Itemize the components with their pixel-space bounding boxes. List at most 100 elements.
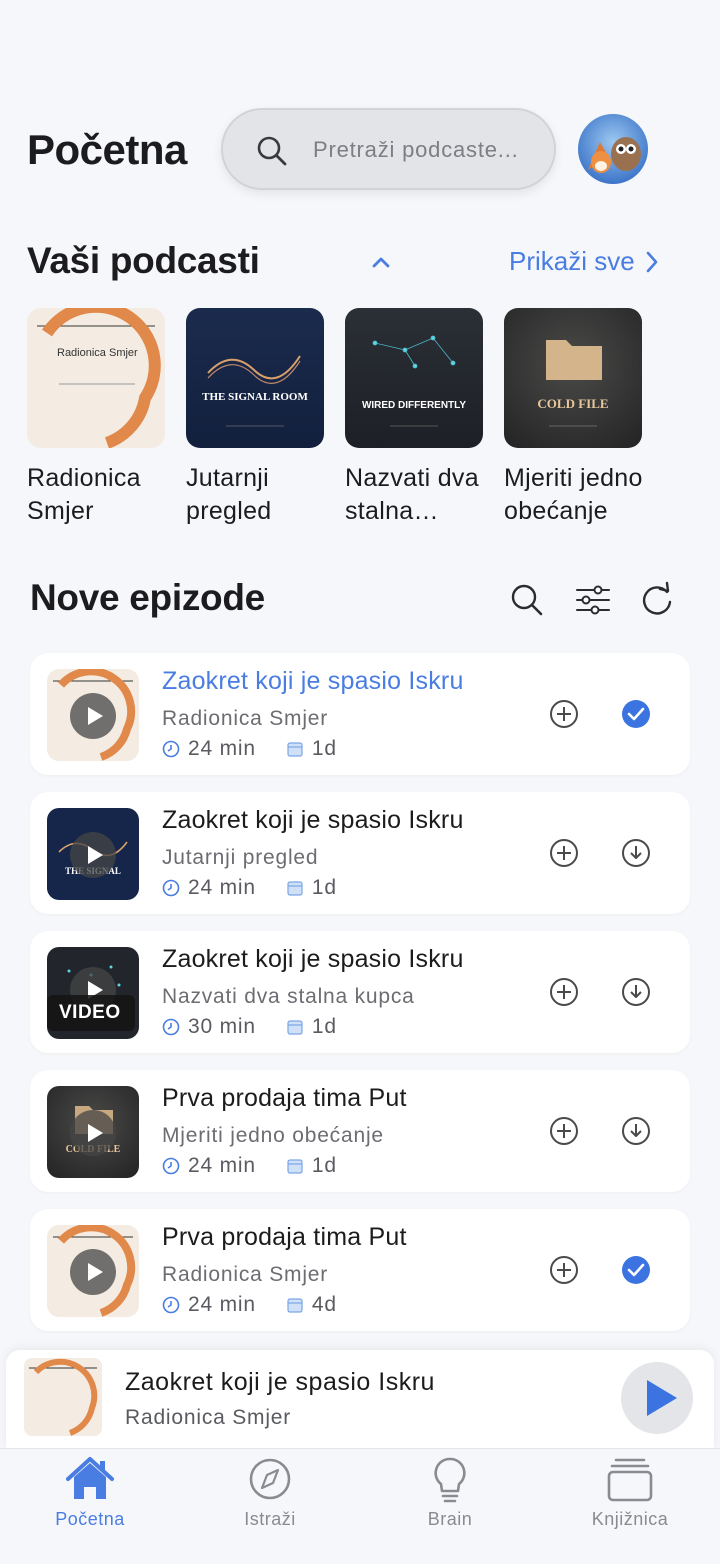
- refresh-icon[interactable]: [637, 580, 677, 620]
- clock-icon: [162, 879, 180, 897]
- episode-thumbnail[interactable]: THE SIGNAL: [47, 808, 139, 900]
- podcast-name: Jutarnji pregled: [186, 464, 272, 525]
- episode-duration: 24 min: [188, 876, 256, 899]
- cover-text: COLD FILE: [537, 396, 608, 411]
- download-icon[interactable]: [621, 838, 651, 868]
- podcast-name: Radionica Smjer: [27, 464, 141, 525]
- play-button[interactable]: [621, 1362, 693, 1434]
- search-input[interactable]: [313, 130, 543, 170]
- calendar-icon: [287, 742, 303, 757]
- add-to-queue-icon[interactable]: [549, 1116, 579, 1146]
- clock-icon: [162, 1157, 180, 1175]
- episode-age: 1d: [311, 1154, 337, 1177]
- home-icon: [66, 1457, 114, 1499]
- mini-player-show: Radionica Smjer: [125, 1406, 292, 1429]
- calendar-icon: [287, 881, 303, 896]
- podcast-item[interactable]: COLD FILE Mjeriti jedno obećanje: [504, 308, 644, 528]
- tab-brain[interactable]: Brain: [390, 1455, 510, 1530]
- episode-show-name: Radionica Smjer: [162, 1263, 329, 1286]
- episode-meta: 30 min 1d: [162, 1015, 337, 1039]
- filter-sliders-icon[interactable]: [573, 580, 613, 620]
- episode-thumbnail[interactable]: [47, 1225, 139, 1317]
- episode-age: 1d: [311, 737, 337, 760]
- add-to-queue-icon[interactable]: [549, 1255, 579, 1285]
- library-icon: [607, 1458, 653, 1502]
- download-icon[interactable]: [621, 977, 651, 1007]
- calendar-icon: [287, 1020, 303, 1035]
- calendar-icon: [287, 1159, 303, 1174]
- tab-label: Brain: [427, 1509, 473, 1529]
- episode-thumbnail[interactable]: [47, 669, 139, 761]
- tab-label: Istraži: [244, 1509, 296, 1529]
- add-to-queue-icon[interactable]: [549, 838, 579, 868]
- top-header: Početna: [0, 108, 720, 190]
- episode-thumbnail[interactable]: VIDEO: [47, 947, 139, 1039]
- video-badge: VIDEO: [47, 995, 135, 1031]
- episode-age: 4d: [311, 1293, 337, 1316]
- episode-card[interactable]: THE SIGNAL Zaokret koji je spasio Iskru …: [30, 792, 690, 914]
- episode-age: 1d: [311, 1015, 337, 1038]
- show-all-label: Prikaži sve: [509, 246, 635, 276]
- podcast-item[interactable]: THE SIGNAL ROOM Jutarnji pregled: [186, 308, 326, 528]
- episodes-section-title: Nove epizode: [30, 577, 265, 618]
- episode-duration: 24 min: [188, 1154, 256, 1177]
- episode-duration: 30 min: [188, 1015, 256, 1038]
- episode-show-name: Nazvati dva stalna kupca: [162, 985, 415, 1008]
- podcast-name: Mjeriti jedno obećanje: [504, 464, 643, 525]
- tab-bar: Početna Istraži Brain Knjižnica: [0, 1448, 720, 1564]
- play-icon[interactable]: [70, 693, 116, 739]
- calendar-icon: [287, 1298, 303, 1313]
- cover-text: THE SIGNAL ROOM: [202, 391, 308, 403]
- episode-title: Prva prodaja tima Put: [162, 1223, 407, 1251]
- cover-text: WIRED DIFFERENTLY: [362, 400, 466, 411]
- add-to-queue-icon[interactable]: [549, 699, 579, 729]
- episode-card[interactable]: Zaokret koji je spasio Iskru Radionica S…: [30, 653, 690, 775]
- mini-player[interactable]: Zaokret koji je spasio Iskru Radionica S…: [6, 1350, 714, 1448]
- episode-card[interactable]: COLD FILE Prva prodaja tima Put Mjeriti …: [30, 1070, 690, 1192]
- episode-show-name: Jutarnji pregled: [162, 846, 319, 869]
- episode-duration: 24 min: [188, 1293, 256, 1316]
- play-icon[interactable]: [70, 1249, 116, 1295]
- podcast-cover: THE SIGNAL ROOM: [186, 308, 324, 448]
- downloaded-check-icon[interactable]: [621, 1255, 651, 1285]
- tab-library[interactable]: Knjižnica: [570, 1455, 690, 1530]
- play-icon[interactable]: [70, 832, 116, 878]
- episode-duration: 24 min: [188, 737, 256, 760]
- downloaded-check-icon[interactable]: [621, 699, 651, 729]
- episode-title: Zaokret koji je spasio Iskru: [162, 945, 464, 973]
- podcast-cover: WIRED DIFFERENTLY: [345, 308, 483, 448]
- episode-title: Prva prodaja tima Put: [162, 1084, 407, 1112]
- avatar-image: [578, 114, 648, 184]
- chevron-right-icon: [646, 251, 658, 272]
- episode-meta: 24 min 1d: [162, 1154, 337, 1178]
- podcast-item[interactable]: Radionica Smjer Radionica Smjer: [27, 308, 167, 528]
- episode-meta: 24 min 4d: [162, 1293, 337, 1317]
- podcast-item[interactable]: WIRED DIFFERENTLY Nazvati dva stalna kup…: [345, 308, 485, 528]
- clock-icon: [162, 740, 180, 758]
- clock-icon: [162, 1018, 180, 1036]
- episode-title: Zaokret koji je spasio Iskru: [162, 667, 464, 695]
- tab-home[interactable]: Početna: [30, 1455, 150, 1530]
- download-icon[interactable]: [621, 1116, 651, 1146]
- episode-card[interactable]: Prva prodaja tima Put Radionica Smjer 24…: [30, 1209, 690, 1331]
- play-icon[interactable]: [70, 1110, 116, 1156]
- mini-player-title: Zaokret koji je spasio Iskru: [125, 1368, 435, 1396]
- podcast-cover: Radionica Smjer: [27, 308, 165, 448]
- add-to-queue-icon[interactable]: [549, 977, 579, 1007]
- avatar[interactable]: [578, 114, 648, 184]
- chevron-up-icon[interactable]: [369, 250, 393, 274]
- compass-icon: [249, 1458, 291, 1500]
- tab-explore[interactable]: Istraži: [210, 1455, 330, 1530]
- search-bar[interactable]: [221, 108, 556, 190]
- episode-meta: 24 min 1d: [162, 876, 337, 900]
- show-all-link[interactable]: Prikaži sve: [509, 246, 659, 277]
- episode-thumbnail[interactable]: COLD FILE: [47, 1086, 139, 1178]
- tab-label: Knjižnica: [591, 1509, 669, 1529]
- search-icon[interactable]: [507, 580, 547, 620]
- episode-card[interactable]: VIDEO Zaokret koji je spasio Iskru Nazva…: [30, 931, 690, 1053]
- mini-player-thumbnail: [24, 1358, 102, 1436]
- cover-text: Radionica Smjer: [57, 347, 138, 359]
- tab-label: Početna: [55, 1509, 125, 1529]
- podcasts-section-title: Vaši podcasti: [27, 240, 260, 281]
- episode-age: 1d: [311, 876, 337, 899]
